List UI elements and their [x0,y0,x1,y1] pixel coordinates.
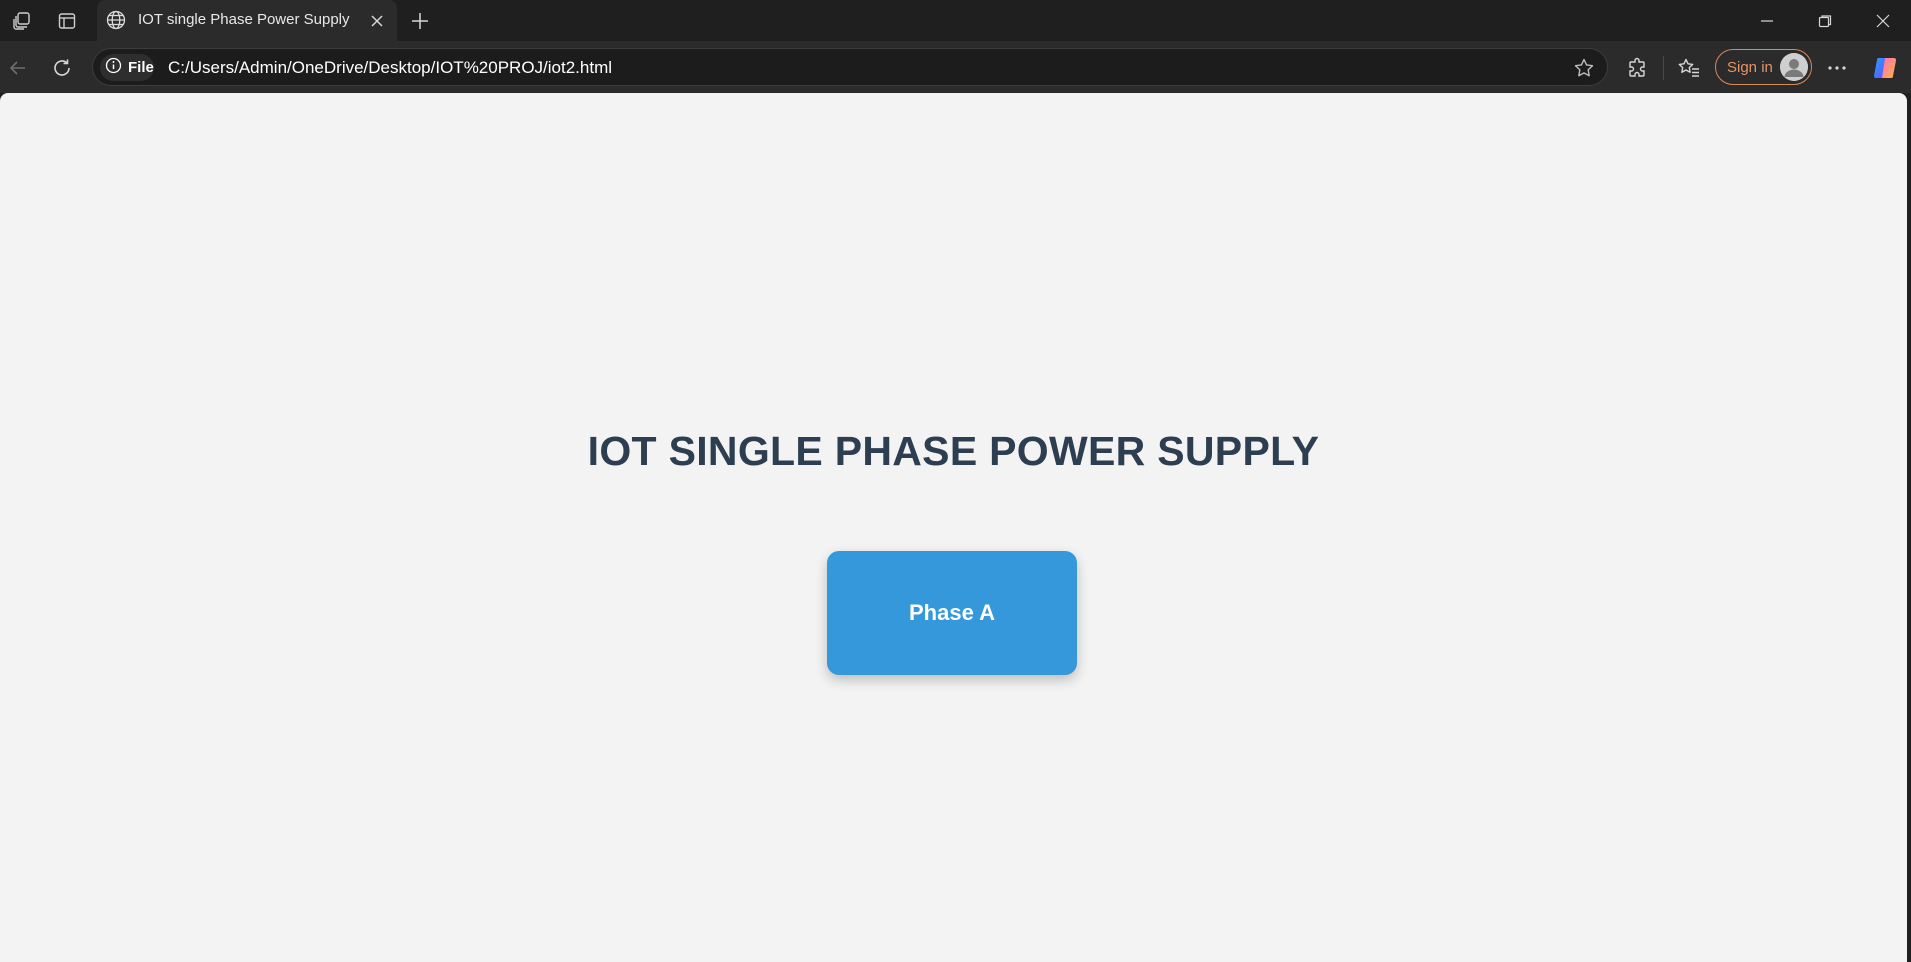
puzzle-icon[interactable] [1622,52,1654,84]
minimize-icon[interactable] [1744,6,1790,36]
address-bar[interactable]: File C:/Users/Admin/OneDrive/Desktop/IOT… [92,48,1608,86]
page-viewport: IOT SINGLE PHASE POWER SUPPLY Phase A [0,93,1907,962]
plus-icon[interactable] [406,7,434,35]
copilot-icon[interactable] [1870,52,1902,84]
avatar [1780,53,1808,81]
workspaces-icon[interactable] [9,8,35,34]
browser-toolbar: File C:/Users/Admin/OneDrive/Desktop/IOT… [0,41,1911,93]
globe-icon [105,9,127,36]
star-icon[interactable] [1571,55,1597,81]
more-icon[interactable] [1821,52,1853,84]
back-arrow-icon[interactable] [2,52,34,84]
active-tab[interactable]: IOT single Phase Power Supply [97,0,397,41]
info-icon [105,57,122,79]
site-info-button[interactable]: File [100,54,154,81]
site-info-label: File [128,59,154,76]
tab-actions-icon[interactable] [54,8,80,34]
close-tab-icon[interactable] [365,9,389,33]
sign-in-button[interactable]: Sign in [1715,49,1812,85]
reload-icon[interactable] [46,52,78,84]
sign-in-label: Sign in [1727,58,1773,76]
tab-title: IOT single Phase Power Supply [138,11,350,28]
favorites-icon[interactable] [1673,52,1705,84]
phase-a-button[interactable]: Phase A [827,551,1077,675]
browser-title-bar: IOT single Phase Power Supply [0,0,1911,41]
toolbar-separator [1663,56,1664,80]
url-text[interactable]: C:/Users/Admin/OneDrive/Desktop/IOT%20PR… [168,58,612,78]
page-title: IOT SINGLE PHASE POWER SUPPLY [587,428,1320,474]
restore-icon[interactable] [1802,6,1848,36]
close-icon[interactable] [1860,6,1906,36]
